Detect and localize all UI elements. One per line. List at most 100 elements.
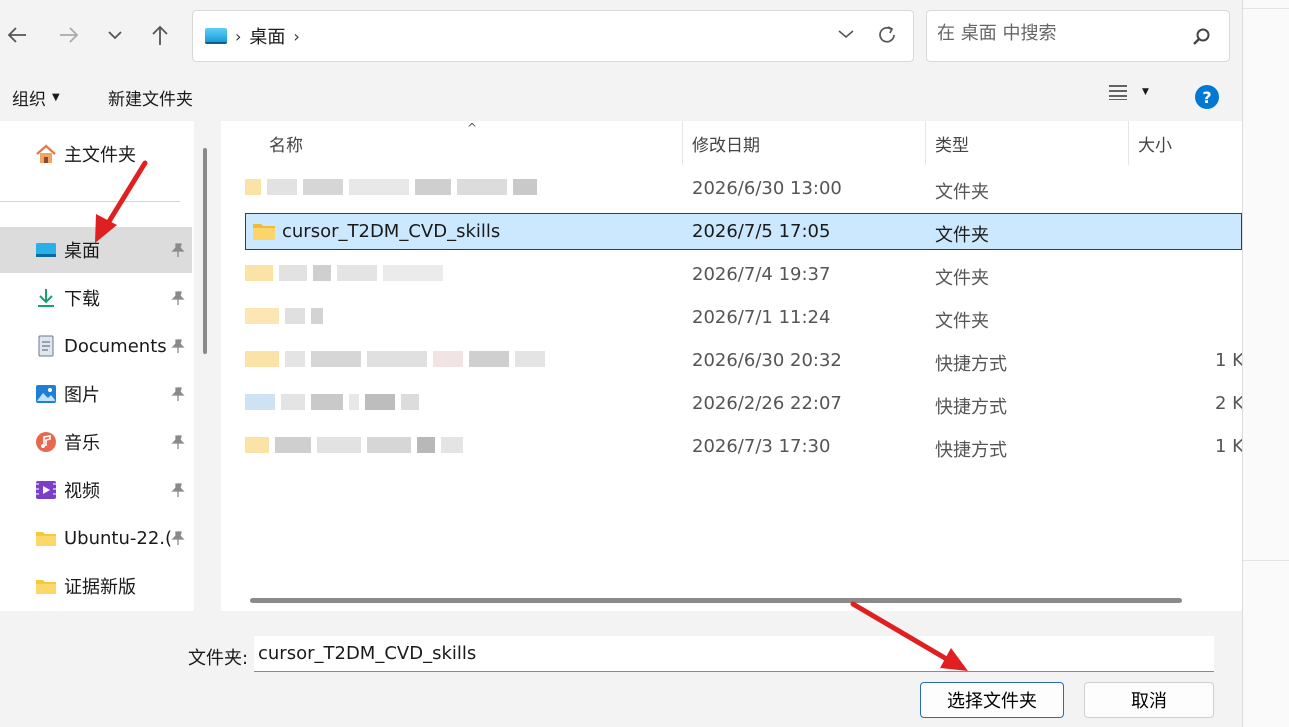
organize-label: 组织 bbox=[12, 90, 46, 110]
file-type: 文件夹 bbox=[935, 225, 989, 246]
pin-icon[interactable] bbox=[170, 338, 186, 354]
chevron-right-icon[interactable]: › bbox=[293, 27, 299, 46]
folder-icon bbox=[36, 580, 56, 594]
sidebar-item-pictures[interactable]: 图片 bbox=[0, 371, 192, 417]
file-type: 文件夹 bbox=[935, 182, 989, 203]
sidebar-divider bbox=[0, 201, 180, 202]
list-view-icon bbox=[1109, 85, 1127, 100]
column-header-size[interactable]: 大小 bbox=[1138, 121, 1238, 165]
search-box[interactable] bbox=[926, 10, 1230, 62]
folder-name-field[interactable] bbox=[254, 636, 1214, 672]
document-icon bbox=[38, 335, 54, 357]
file-row[interactable]: 2026/7/4 19:37 文件夹 bbox=[245, 257, 1242, 294]
file-type: 快捷方式 bbox=[935, 397, 1007, 418]
redacted-name bbox=[245, 392, 425, 416]
navigation-pane: 主文件夹 桌面 下载 Documents 图片 音乐 视频 Ubuntu-22.… bbox=[0, 121, 194, 611]
sidebar-scrollbar[interactable] bbox=[203, 148, 207, 354]
file-row[interactable]: 2026/2/26 22:07 快捷方式 2 K bbox=[245, 386, 1244, 423]
file-date: 2026/7/3 17:30 bbox=[692, 436, 831, 457]
horizontal-scrollbar[interactable] bbox=[250, 598, 1182, 603]
cancel-button[interactable]: 取消 bbox=[1084, 682, 1214, 718]
up-arrow-icon bbox=[152, 25, 168, 45]
column-header-name[interactable]: 名称 bbox=[269, 121, 679, 165]
file-date: 2026/2/26 22:07 bbox=[692, 393, 842, 414]
help-icon: ? bbox=[1195, 85, 1219, 109]
music-icon bbox=[36, 432, 56, 452]
sidebar-item-evidence[interactable]: 证据新版 bbox=[0, 563, 192, 609]
view-options-button[interactable]: ▼ bbox=[1108, 84, 1149, 100]
file-row[interactable]: 2026/7/1 11:24 文件夹 bbox=[245, 300, 1242, 337]
file-row[interactable]: 2026/6/30 20:32 快捷方式 1 K bbox=[245, 343, 1244, 380]
sidebar-item-label: 桌面 bbox=[64, 241, 100, 262]
file-size: 1 K bbox=[1215, 350, 1244, 371]
svg-text:?: ? bbox=[1202, 88, 1211, 107]
column-separator[interactable] bbox=[1128, 121, 1129, 165]
search-icon[interactable] bbox=[1191, 27, 1211, 52]
pin-icon[interactable] bbox=[170, 434, 186, 450]
column-separator[interactable] bbox=[682, 121, 683, 165]
sidebar-item-desktop[interactable]: 桌面 bbox=[0, 227, 192, 273]
sidebar-item-label: 下载 bbox=[64, 289, 100, 310]
chevron-right-icon: › bbox=[235, 26, 242, 46]
file-row[interactable]: 2026/7/3 17:30 快捷方式 1 K bbox=[245, 429, 1244, 466]
file-date: 2026/6/30 20:32 bbox=[692, 350, 842, 371]
sidebar-item-label: 主文件夹 bbox=[64, 145, 136, 166]
home-icon bbox=[36, 144, 56, 163]
command-bar: 组织 ▼ 新建文件夹 ▼ bbox=[0, 72, 1242, 120]
address-bar[interactable]: › 桌面 › bbox=[192, 10, 914, 62]
background-window-edge bbox=[1242, 0, 1289, 727]
file-list: ^ 名称 修改日期 类型 大小 2026/6/30 13:00 文件夹 curs… bbox=[221, 121, 1244, 611]
select-folder-button[interactable]: 选择文件夹 bbox=[920, 682, 1064, 718]
redacted-name bbox=[245, 306, 329, 330]
desktop-folder-icon bbox=[205, 28, 227, 44]
new-folder-button[interactable]: 新建文件夹 bbox=[108, 85, 193, 110]
back-button[interactable] bbox=[0, 18, 34, 52]
refresh-button[interactable] bbox=[875, 23, 899, 52]
pin-icon[interactable] bbox=[170, 386, 186, 402]
pin-icon[interactable] bbox=[170, 242, 186, 258]
file-type: 快捷方式 bbox=[935, 440, 1007, 461]
pin-icon[interactable] bbox=[170, 482, 186, 498]
sidebar-item-label: 证据新版 bbox=[64, 577, 136, 598]
folder-field-label: 文件夹: bbox=[188, 648, 249, 669]
sidebar-item-documents[interactable]: Documents bbox=[0, 323, 192, 369]
refresh-icon bbox=[879, 26, 895, 43]
folder-picker-dialog: › 桌面 › 组织 ▼ 新建文件夹 ▼ ? 主文件夹 bbox=[0, 0, 1244, 727]
up-button[interactable] bbox=[143, 18, 177, 52]
pin-icon[interactable] bbox=[170, 530, 186, 546]
redacted-name bbox=[245, 435, 469, 459]
organize-menu[interactable]: 组织 ▼ bbox=[12, 85, 60, 110]
column-header-date[interactable]: 修改日期 bbox=[692, 121, 922, 165]
caret-down-icon: ▼ bbox=[1142, 87, 1149, 97]
video-icon bbox=[36, 481, 56, 499]
address-history-dropdown[interactable] bbox=[837, 25, 855, 45]
file-date: 2026/7/5 17:05 bbox=[692, 221, 831, 242]
column-separator[interactable] bbox=[925, 121, 926, 165]
pin-icon[interactable] bbox=[170, 290, 186, 306]
file-date: 2026/6/30 13:00 bbox=[692, 178, 842, 199]
file-date: 2026/7/4 19:37 bbox=[692, 264, 831, 285]
recent-locations-button[interactable] bbox=[98, 18, 132, 52]
sidebar-item-downloads[interactable]: 下载 bbox=[0, 275, 192, 321]
file-name: cursor_T2DM_CVD_skills bbox=[282, 221, 501, 242]
help-button[interactable]: ? bbox=[1194, 84, 1220, 110]
caret-down-icon: ▼ bbox=[52, 92, 60, 103]
sidebar-item-videos[interactable]: 视频 bbox=[0, 467, 192, 513]
sidebar-item-music[interactable]: 音乐 bbox=[0, 419, 192, 465]
sidebar-item-label: 音乐 bbox=[64, 433, 100, 454]
column-header-type[interactable]: 类型 bbox=[935, 121, 1125, 165]
back-arrow-icon bbox=[7, 27, 26, 43]
sidebar-item-label: 视频 bbox=[64, 481, 100, 502]
file-row-selected[interactable]: cursor_T2DM_CVD_skills 2026/7/5 17:05 文件… bbox=[245, 213, 1242, 250]
redacted-name bbox=[245, 349, 551, 373]
search-input[interactable] bbox=[937, 23, 1177, 44]
file-size: 1 K bbox=[1215, 436, 1244, 457]
sidebar-item-home[interactable]: 主文件夹 bbox=[0, 131, 192, 177]
chevron-down-icon bbox=[838, 30, 854, 39]
forward-arrow-icon bbox=[60, 27, 79, 43]
forward-button[interactable] bbox=[52, 18, 86, 52]
breadcrumb-desktop[interactable]: 桌面 bbox=[249, 23, 285, 49]
file-row[interactable]: 2026/6/30 13:00 文件夹 bbox=[245, 171, 1242, 208]
sidebar-item-ubuntu[interactable]: Ubuntu-22.( bbox=[0, 515, 192, 561]
file-type: 文件夹 bbox=[935, 311, 989, 332]
